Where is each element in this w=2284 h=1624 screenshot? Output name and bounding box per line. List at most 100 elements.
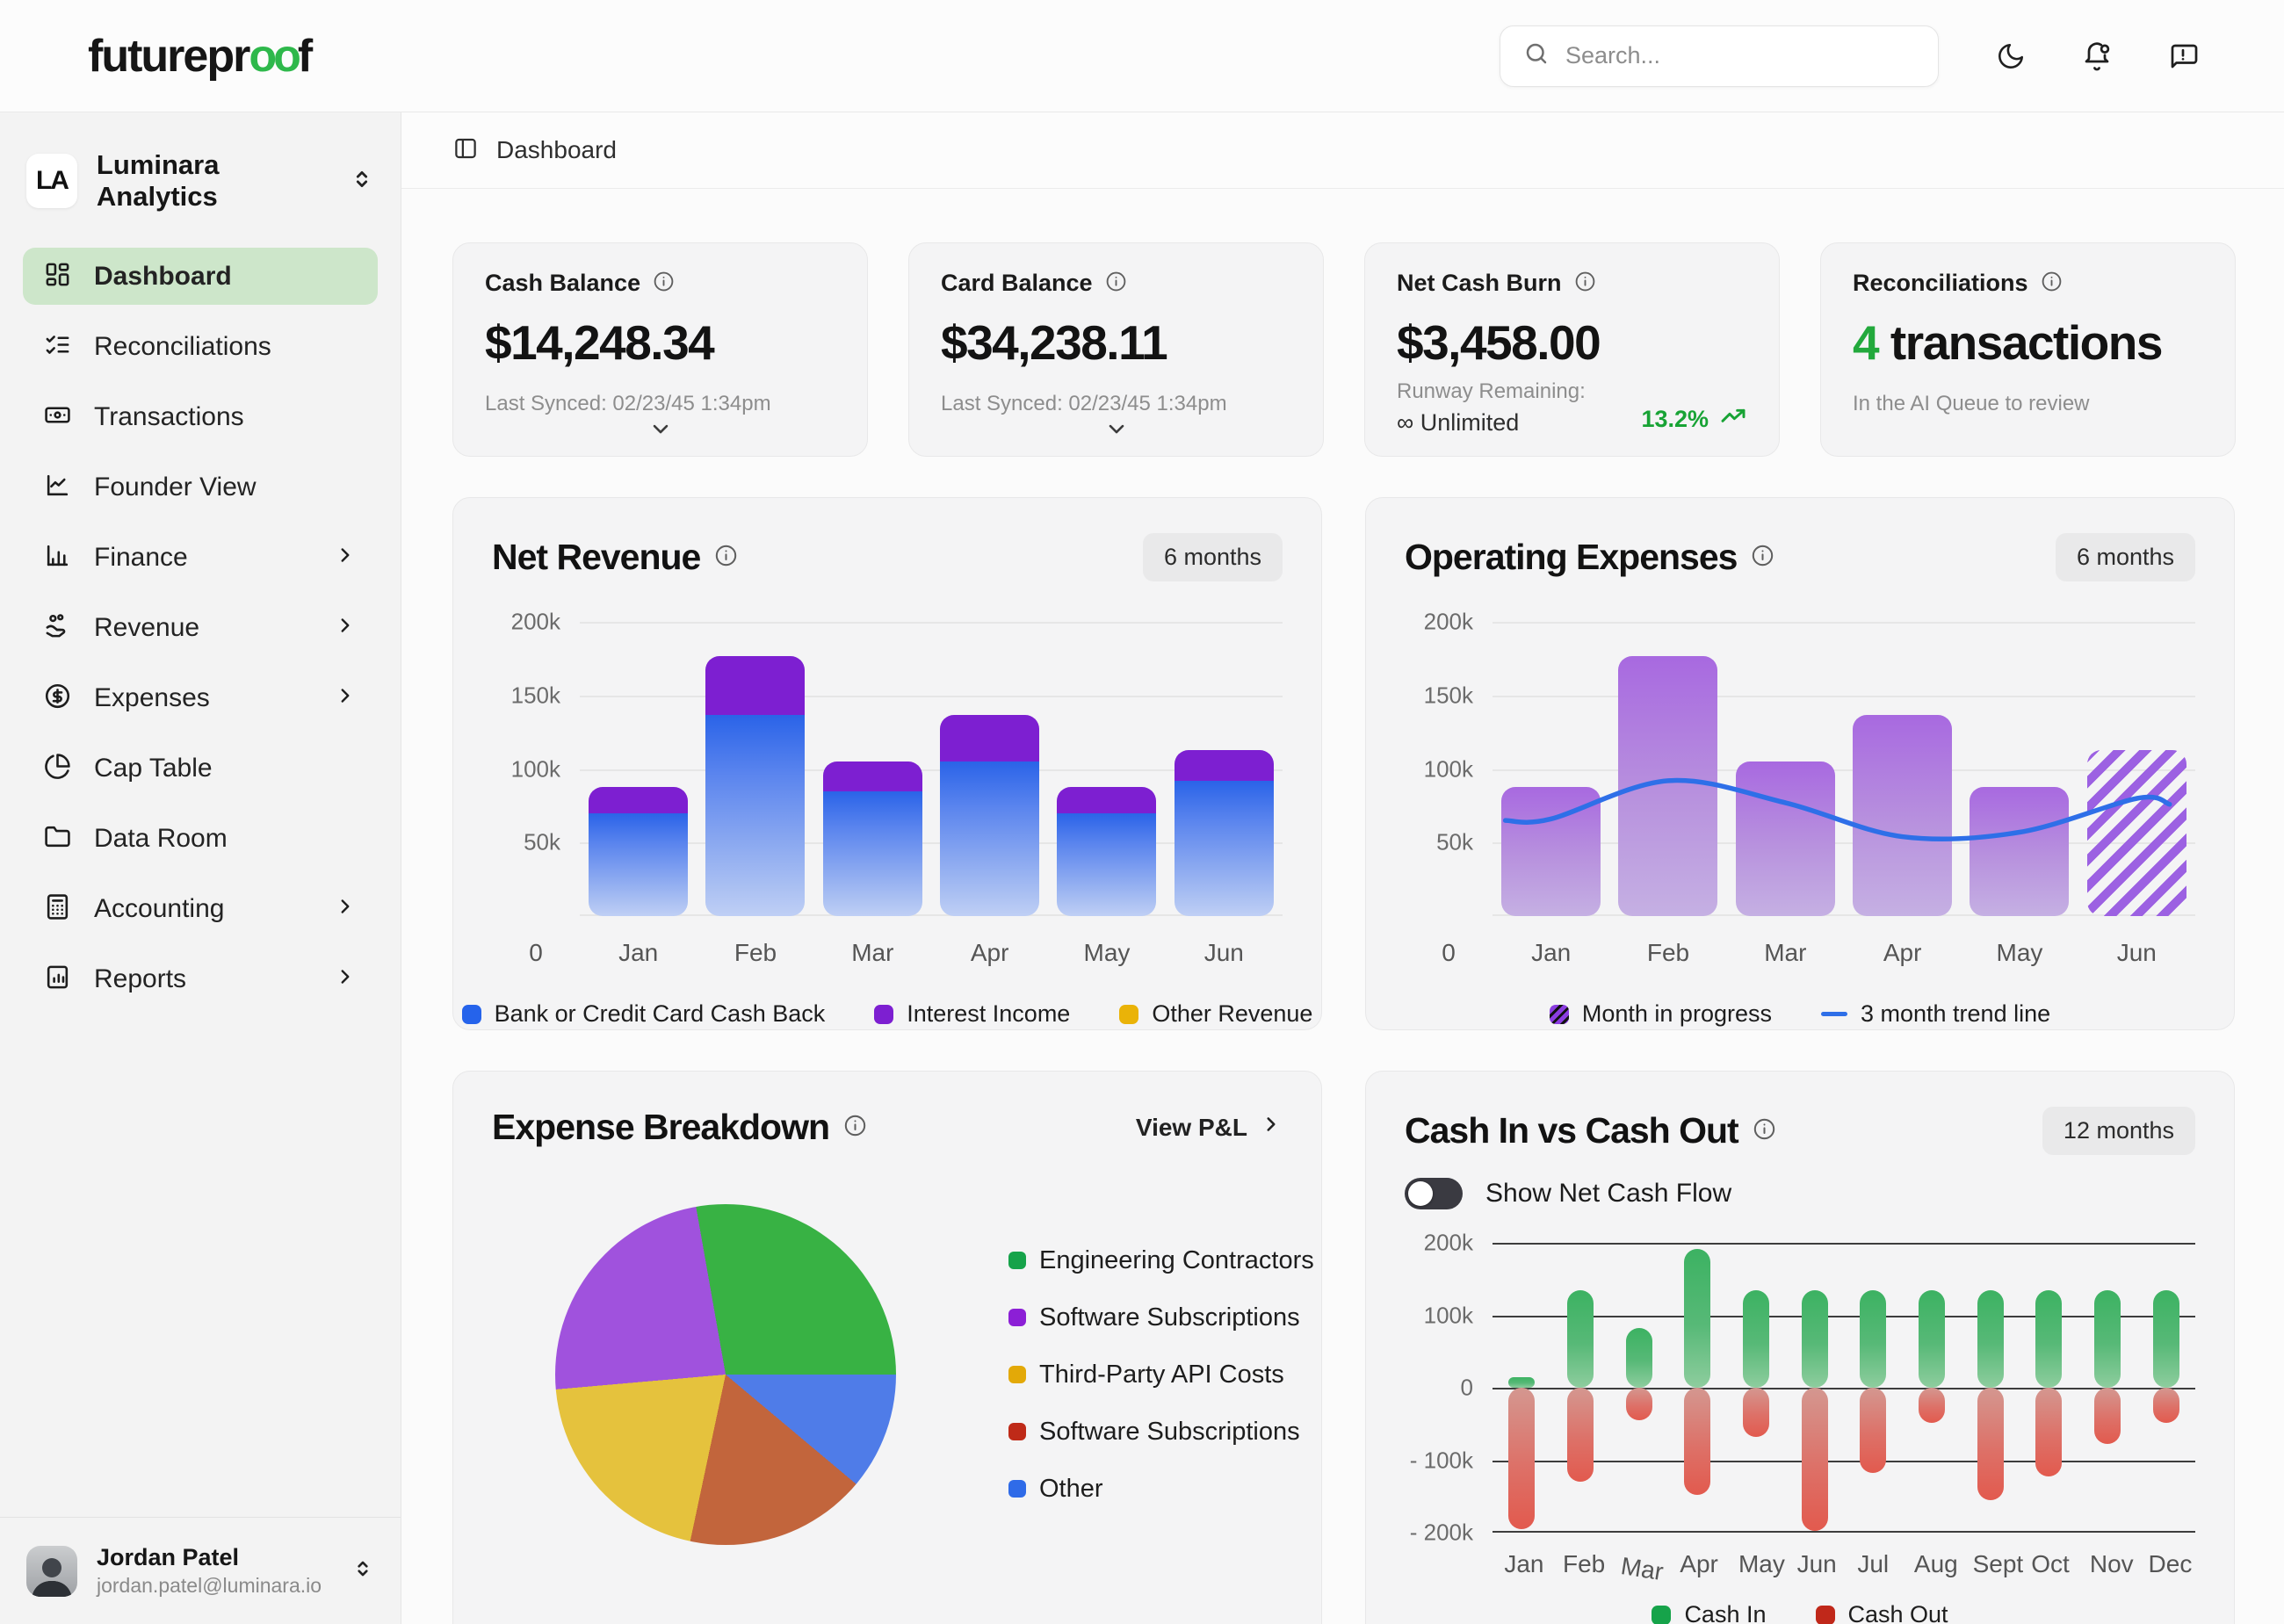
- info-icon[interactable]: [2041, 271, 2063, 297]
- card-title: Card Balance: [941, 270, 1093, 297]
- moon-icon[interactable]: [1993, 39, 2028, 74]
- cash-column-jul: [1860, 1243, 1886, 1533]
- queue-count: 4: [1853, 315, 1878, 370]
- sidebar-item-transactions[interactable]: Transactions: [23, 388, 378, 445]
- sidebar-item-cap-table[interactable]: Cap Table: [23, 740, 378, 797]
- cash-balance-value: $14,248.34: [485, 314, 835, 371]
- chevron-down-icon[interactable]: [485, 416, 835, 441]
- expense-pie-legend: Engineering ContractorsSoftware Subscrip…: [1008, 1246, 1314, 1504]
- operating-expenses-plot: [1493, 622, 2195, 916]
- x-tick-label: Nov: [2090, 1550, 2125, 1578]
- sidebar-item-accounting[interactable]: Accounting: [23, 880, 378, 937]
- x-tick-label: Oct: [2031, 1550, 2066, 1578]
- x-tick-label: Apr: [1680, 1550, 1715, 1578]
- cash-balance-card: Cash Balance $14,248.34 Last Synced: 02/…: [452, 242, 868, 457]
- user-menu[interactable]: Jordan Patel jordan.patel@luminara.io: [0, 1517, 401, 1624]
- y-tick-label: 0: [1461, 1375, 1473, 1402]
- x-tick-label: Mar: [1736, 939, 1835, 967]
- y-tick-label: 150k: [1424, 682, 1473, 709]
- search-input[interactable]: [1565, 42, 1915, 69]
- interest-income-segment: [705, 656, 805, 715]
- cash-out-bar: [1802, 1388, 1828, 1531]
- sidebar-item-label: Cap Table: [94, 754, 213, 783]
- sidebar-item-label: Data Room: [94, 824, 228, 854]
- legend-swatch: [1008, 1366, 1026, 1383]
- cash-column-feb: [1567, 1243, 1594, 1533]
- info-icon[interactable]: [1105, 271, 1127, 297]
- last-synced: Last Synced: 02/23/45 1:34pm: [941, 392, 1291, 416]
- cash-column-jan: [1508, 1243, 1535, 1533]
- legend-label: Interest Income: [907, 1000, 1070, 1028]
- cash-column-apr: [1684, 1243, 1710, 1533]
- net-cash-flow-toggle[interactable]: [1405, 1178, 1463, 1209]
- cash-out-bar: [1508, 1388, 1535, 1529]
- x-axis-labels: JanFebMarAprMayJun: [580, 939, 1283, 967]
- charts-row-2: Expense Breakdown View P&L Engineering C…: [452, 1071, 2243, 1624]
- y-tick-label: 100k: [1424, 1302, 1473, 1329]
- info-icon[interactable]: [1753, 1117, 1776, 1145]
- global-search[interactable]: [1500, 25, 1939, 87]
- dashboard-content: Cash Balance $14,248.34 Last Synced: 02/…: [401, 190, 2284, 1624]
- net-revenue-plot: [580, 622, 1283, 916]
- bar-column-mar: [823, 761, 922, 916]
- info-icon[interactable]: [1751, 544, 1774, 572]
- stat-cards-row: Cash Balance $14,248.34 Last Synced: 02/…: [452, 242, 2243, 457]
- period-badge[interactable]: 6 months: [2056, 533, 2195, 581]
- sidebar-item-founder-view[interactable]: Founder View: [23, 458, 378, 516]
- chevron-down-icon[interactable]: [941, 416, 1291, 441]
- legend-label: Bank or Credit Card Cash Back: [495, 1000, 826, 1028]
- sidebar-item-data-room[interactable]: Data Room: [23, 810, 378, 867]
- panel-left-icon[interactable]: [452, 135, 479, 166]
- cash-out-bar: [1977, 1388, 2004, 1500]
- info-icon[interactable]: [653, 271, 675, 297]
- card-balance-value: $34,238.11: [941, 314, 1291, 371]
- bell-dot-icon[interactable]: [2079, 39, 2114, 74]
- breadcrumb-label[interactable]: Dashboard: [496, 136, 617, 164]
- x-tick-label: Jun: [1175, 939, 1274, 967]
- cash-in-bar: [1919, 1290, 1945, 1388]
- x-tick-label: Jan: [589, 939, 688, 967]
- legend-label: Cash Out: [1848, 1601, 1948, 1624]
- chevrons-up-down-icon: [350, 167, 374, 196]
- cash-column-oct: [2035, 1243, 2062, 1533]
- period-badge[interactable]: 12 months: [2042, 1107, 2195, 1155]
- sidebar-item-label: Accounting: [94, 894, 224, 924]
- feedback-bubble-icon[interactable]: [2165, 39, 2201, 74]
- sidebar-item-reports[interactable]: Reports: [23, 950, 378, 1007]
- futureproof-logo: futureproof: [88, 30, 311, 83]
- sidebar-item-revenue[interactable]: Revenue: [23, 599, 378, 656]
- x-tick-label: Apr: [1853, 939, 1952, 967]
- legend-swatch: [874, 1005, 893, 1024]
- cash-in-out-legend: Cash InCash Out: [1405, 1601, 2195, 1624]
- cash-in-bar: [1567, 1290, 1594, 1388]
- stacked-bar: [823, 761, 922, 916]
- chevrons-up-down-icon: [351, 1557, 374, 1584]
- bar-column-may: [1057, 787, 1156, 916]
- runway-value: ∞ Unlimited: [1397, 409, 1586, 437]
- view-pl-link[interactable]: View P&L: [1136, 1113, 1283, 1142]
- bar-column-apr: [940, 715, 1039, 916]
- info-icon[interactable]: [1574, 271, 1596, 297]
- sidebar-item-finance[interactable]: Finance: [23, 529, 378, 586]
- sidebar-item-expenses[interactable]: Expenses: [23, 669, 378, 726]
- cash-column-dec: [2153, 1243, 2179, 1533]
- y-tick-label: 200k: [1424, 609, 1473, 636]
- workspace-switcher[interactable]: LA Luminara Analytics: [0, 112, 401, 242]
- stacked-bar: [940, 715, 1039, 916]
- period-badge[interactable]: 6 months: [1143, 533, 1283, 581]
- legend-swatch: [1008, 1480, 1026, 1498]
- hand-coins-icon: [44, 612, 71, 644]
- sidebar-item-reconciliations[interactable]: Reconciliations: [23, 318, 378, 375]
- info-icon[interactable]: [714, 544, 738, 572]
- info-icon[interactable]: [843, 1114, 867, 1142]
- y-tick-label: 150k: [511, 682, 560, 709]
- calculator-icon: [44, 893, 71, 925]
- sidebar-item-label: Reconciliations: [94, 332, 271, 362]
- interest-income-segment: [589, 787, 688, 813]
- legend-item: Bank or Credit Card Cash Back: [462, 1000, 826, 1028]
- card-title: Net Cash Burn: [1397, 270, 1562, 297]
- sidebar-item-dashboard[interactable]: Dashboard: [23, 248, 378, 305]
- interest-income-segment: [1175, 750, 1274, 781]
- y-tick-label: 50k: [1436, 829, 1473, 856]
- chevron-right-icon: [334, 895, 357, 922]
